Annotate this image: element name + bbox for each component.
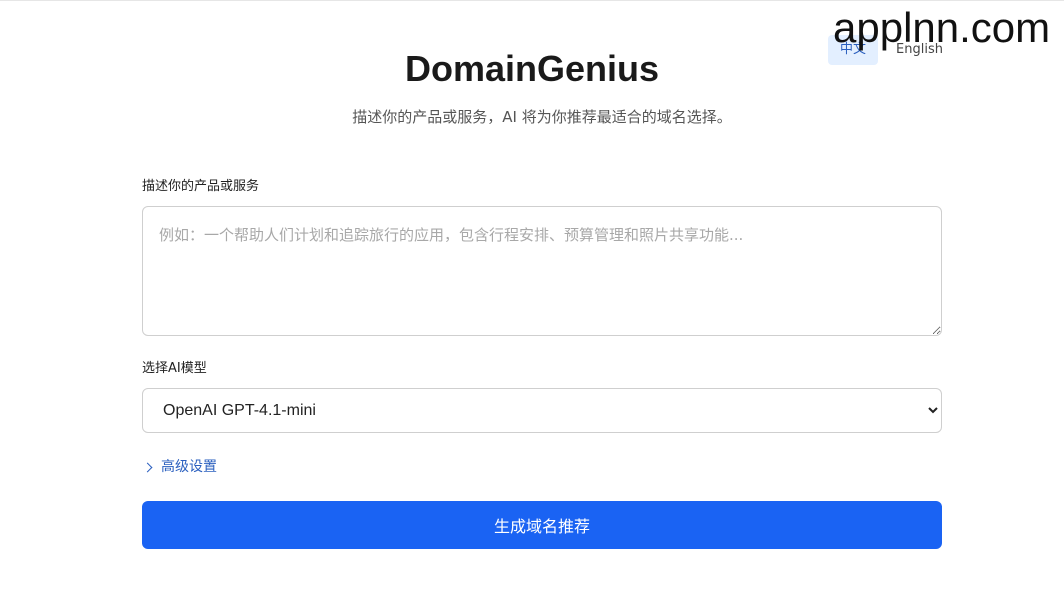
chevron-right-icon (142, 462, 153, 472)
page-subtitle: 描述你的产品或服务，AI 将为你推荐最适合的域名选择。 (352, 108, 732, 126)
model-label: 选择AI模型 (142, 361, 207, 376)
advanced-settings-label: 高级设置 (161, 459, 217, 475)
domain-form: 描述你的产品或服务 选择AI模型 OpenAI GPT-4.1-mini 高级设… (142, 178, 942, 549)
advanced-settings-toggle[interactable]: 高级设置 (142, 457, 217, 477)
top-divider (0, 0, 1064, 1)
description-input[interactable] (142, 206, 942, 336)
model-select[interactable]: OpenAI GPT-4.1-mini (142, 388, 942, 433)
page-title: DomainGenius (404, 48, 660, 89)
generate-button[interactable]: 生成域名推荐 (142, 501, 942, 549)
description-label: 描述你的产品或服务 (142, 179, 260, 194)
